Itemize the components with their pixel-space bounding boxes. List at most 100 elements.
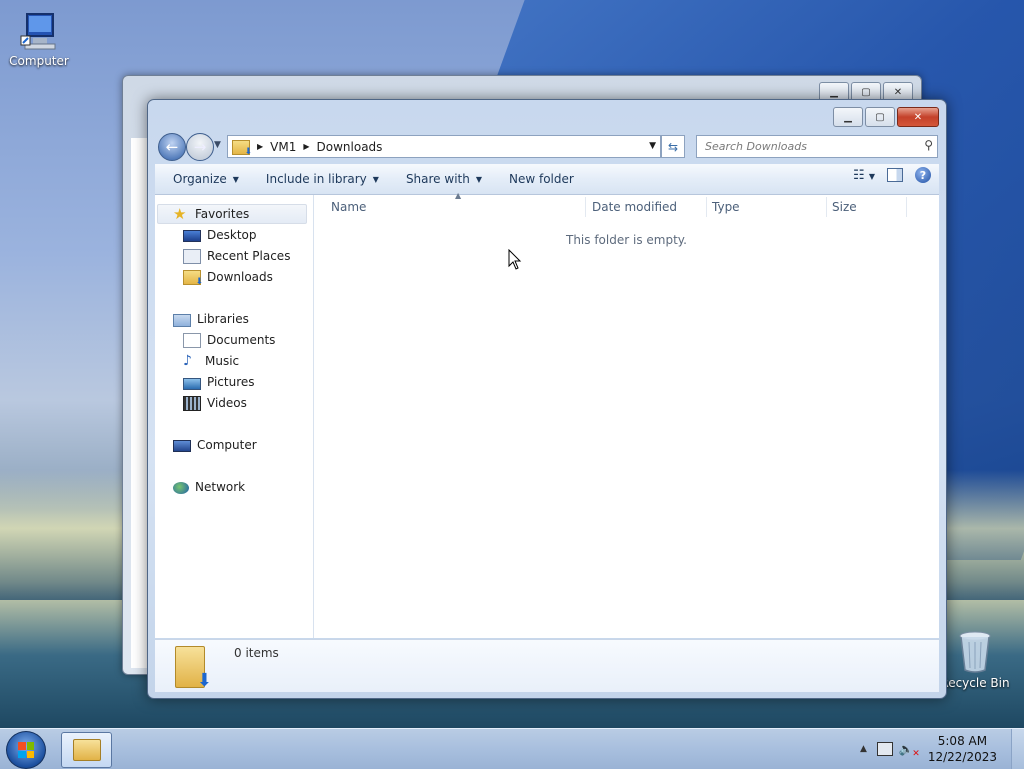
desktop-icon-recycle-bin[interactable]: Recycle Bin [940, 630, 1010, 690]
mouse-cursor-icon [508, 249, 522, 270]
nav-item-documents[interactable]: Documents [183, 330, 275, 350]
show-hidden-icons-button[interactable]: ▲ [860, 744, 867, 754]
content-area: ★ Favorites Desktop Recent Places Downlo… [155, 191, 939, 638]
address-dropdown-icon[interactable]: ▼ [649, 141, 656, 151]
folder-icon [72, 739, 101, 761]
clock-time: 5:08 AM [937, 734, 988, 748]
show-desktop-button[interactable] [1011, 729, 1024, 769]
desktop-icon-label: Computer [9, 54, 69, 68]
include-in-library-label: Include in library [265, 172, 367, 186]
nav-item-downloads[interactable]: Downloads [183, 267, 273, 287]
taskbar-explorer-button[interactable] [61, 732, 112, 768]
chevron-down-icon: ▼ [475, 174, 482, 184]
minimize-button[interactable]: ▁ [833, 107, 863, 127]
search-input[interactable] [703, 136, 907, 157]
volume-muted-icon[interactable]: 🔈 [899, 742, 920, 759]
column-header-name[interactable]: Name [331, 195, 585, 219]
breadcrumb-vm1[interactable]: VM1 [270, 140, 296, 154]
toolbar-right: ☷ ▼ ? [853, 167, 931, 183]
help-icon[interactable]: ? [915, 167, 931, 183]
nav-label: Pictures [207, 375, 255, 389]
search-icon[interactable]: ⚲ [924, 138, 933, 152]
nav-label: Documents [207, 333, 276, 347]
file-list[interactable]: ▲ Name Date modified Type Size This fold… [314, 191, 939, 638]
include-in-library-button[interactable]: Include in library ▼ [257, 167, 388, 191]
downloads-folder-icon [232, 139, 252, 157]
taskbar: ▲ 🔈 5:08 AM 12/22/2023 [0, 728, 1024, 769]
nav-item-network[interactable]: Network [173, 477, 245, 497]
column-label: Type [712, 200, 740, 214]
new-folder-label: New folder [509, 172, 574, 186]
search-box[interactable]: ⚲ [696, 135, 938, 158]
back-button[interactable]: ← [158, 133, 186, 161]
network-status-icon[interactable] [876, 742, 893, 756]
column-header-size[interactable]: Size [832, 195, 906, 219]
nav-label: Network [195, 480, 246, 494]
maximize-button[interactable]: ▢ [865, 107, 895, 127]
nav-label: Desktop [207, 228, 257, 242]
breadcrumb-downloads[interactable]: Downloads [317, 140, 383, 154]
clock[interactable]: 5:08 AM 12/22/2023 [928, 733, 997, 765]
details-pane: 0 items [155, 639, 939, 692]
column-header-date-modified[interactable]: Date modified [592, 195, 706, 219]
organize-button[interactable]: Organize ▼ [164, 167, 248, 191]
share-with-button[interactable]: Share with ▼ [397, 167, 491, 191]
windows-logo-icon [18, 742, 34, 758]
column-divider[interactable] [585, 197, 586, 217]
navigation-row: ← → ▼ ▶ VM1 ▶ Downloads ▼ ⇆ ⚲ [156, 133, 938, 161]
close-button[interactable]: ✕ [897, 107, 939, 127]
column-label: Size [832, 200, 857, 214]
window-controls: ▁ ▢ ✕ [833, 107, 939, 127]
refresh-icon: ⇆ [667, 139, 679, 154]
desktop-icon [183, 230, 201, 242]
computer-icon [20, 13, 56, 50]
nav-item-music[interactable]: ♪ Music [183, 351, 239, 371]
share-with-label: Share with [405, 172, 470, 186]
column-divider[interactable] [826, 197, 827, 217]
chevron-down-icon: ▼ [372, 174, 379, 184]
preview-pane-icon[interactable] [887, 168, 903, 182]
column-divider[interactable] [706, 197, 707, 217]
address-bar[interactable]: ▶ VM1 ▶ Downloads ▼ [227, 135, 661, 158]
chevron-down-icon: ▼ [232, 174, 239, 184]
column-header-type[interactable]: Type [712, 195, 826, 219]
organize-label: Organize [173, 172, 227, 186]
downloads-folder-icon [183, 270, 203, 287]
nav-item-recent-places[interactable]: Recent Places [183, 246, 290, 266]
desktop-icon-label: Recycle Bin [940, 676, 1010, 690]
chevron-right-icon[interactable]: ▶ [257, 142, 263, 151]
nav-item-desktop[interactable]: Desktop [183, 225, 257, 245]
clock-date: 12/22/2023 [927, 750, 997, 764]
recycle-bin-icon [959, 631, 991, 673]
start-button[interactable] [6, 731, 46, 769]
nav-label: Music [205, 354, 240, 368]
nav-label: Videos [207, 396, 247, 410]
nav-label: Downloads [207, 270, 273, 284]
downloads-folder-icon [175, 646, 212, 691]
nav-label: Favorites [195, 207, 250, 221]
view-options-icon[interactable]: ☷ ▼ [853, 168, 875, 183]
nav-item-pictures[interactable]: Pictures [183, 372, 255, 392]
system-tray: ▲ 🔈 5:08 AM 12/22/2023 [860, 729, 1024, 769]
column-divider[interactable] [906, 197, 907, 217]
nav-item-favorites[interactable]: ★ Favorites [157, 204, 307, 224]
column-label: Name [331, 200, 367, 214]
libraries-icon [173, 314, 191, 327]
desktop-icon-computer[interactable]: Computer [4, 10, 74, 68]
recent-places-icon [183, 249, 201, 264]
refresh-button[interactable]: ⇆ [661, 135, 685, 158]
explorer-window[interactable]: ▁ ▢ ✕ ← → ▼ ▶ VM1 ▶ Downloads ▼ ⇆ ⚲ Orga… [147, 99, 947, 699]
nav-item-videos[interactable]: Videos [183, 393, 247, 413]
command-bar: Organize ▼ Include in library ▼ Share wi… [155, 164, 939, 195]
recent-pages-dropdown[interactable]: ▼ [214, 140, 221, 150]
nav-item-libraries[interactable]: Libraries [173, 309, 249, 329]
videos-icon [183, 396, 201, 411]
nav-item-computer[interactable]: Computer [173, 435, 257, 455]
nav-label: Libraries [197, 312, 249, 326]
empty-folder-message: This folder is empty. [566, 233, 687, 247]
chevron-right-icon[interactable]: ▶ [303, 142, 309, 151]
forward-button[interactable]: → [186, 133, 214, 161]
forward-arrow-icon: → [193, 138, 207, 156]
pictures-icon [183, 377, 201, 390]
new-folder-button[interactable]: New folder [500, 167, 583, 191]
